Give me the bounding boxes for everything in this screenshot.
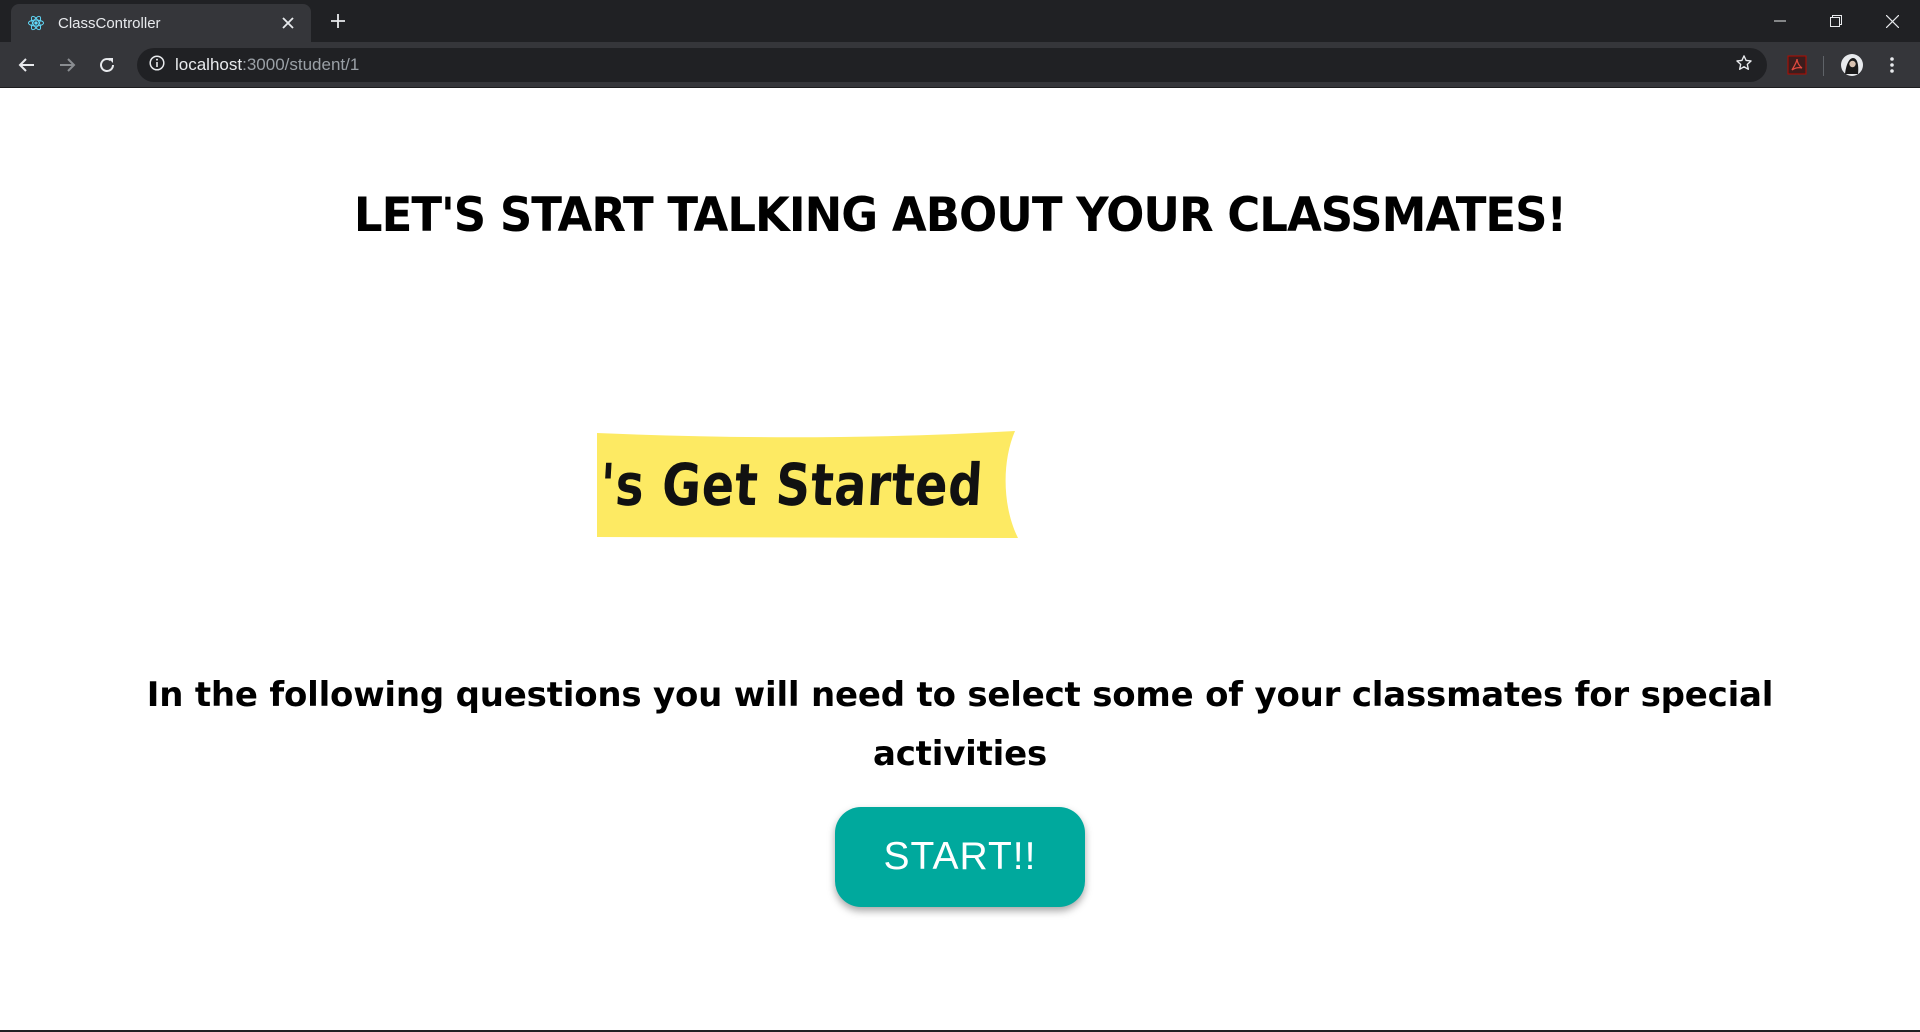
arrow-left-icon [18, 58, 34, 72]
more-menu-icon[interactable] [1876, 49, 1908, 81]
profile-avatar[interactable] [1836, 49, 1868, 81]
get-started-banner: 's Get Started [597, 431, 1018, 538]
url-host: localhost [175, 55, 243, 74]
url-text: localhost:3000/student/1 [175, 55, 1735, 75]
arrow-right-icon [60, 58, 76, 72]
browser-toolbar: localhost:3000/student/1 [0, 42, 1920, 88]
pdf-extension-icon[interactable] [1781, 49, 1813, 81]
browser-tab[interactable]: ClassController [11, 4, 311, 42]
instructions-text: In the following questions you will need… [146, 675, 1774, 774]
start-button[interactable]: START!! [835, 807, 1085, 907]
browser-tabstrip: ClassController [0, 0, 1920, 42]
banner-text: 's Get Started [598, 450, 986, 519]
info-icon[interactable] [149, 55, 165, 75]
tab-title: ClassController [58, 14, 161, 32]
address-bar[interactable]: localhost:3000/student/1 [137, 48, 1767, 82]
restore-button[interactable] [1808, 0, 1864, 42]
reload-icon [100, 58, 114, 72]
react-icon [26, 13, 46, 33]
reload-button[interactable] [91, 49, 123, 81]
page-title: LET'S START TALKING ABOUT YOUR CLASSMATE… [353, 186, 1567, 243]
back-button[interactable] [11, 49, 43, 81]
window-controls [1752, 0, 1920, 42]
minimize-button[interactable] [1752, 0, 1808, 42]
page-content: LET'S START TALKING ABOUT YOUR CLASSMATE… [0, 88, 1920, 1032]
forward-button[interactable] [51, 49, 83, 81]
close-tab-icon[interactable] [277, 12, 299, 34]
new-tab-button[interactable] [325, 8, 351, 34]
close-window-button[interactable] [1864, 0, 1920, 42]
bookmark-star-icon[interactable] [1735, 54, 1753, 76]
toolbar-divider [1823, 56, 1824, 76]
url-path: :3000/student/1 [242, 55, 360, 74]
